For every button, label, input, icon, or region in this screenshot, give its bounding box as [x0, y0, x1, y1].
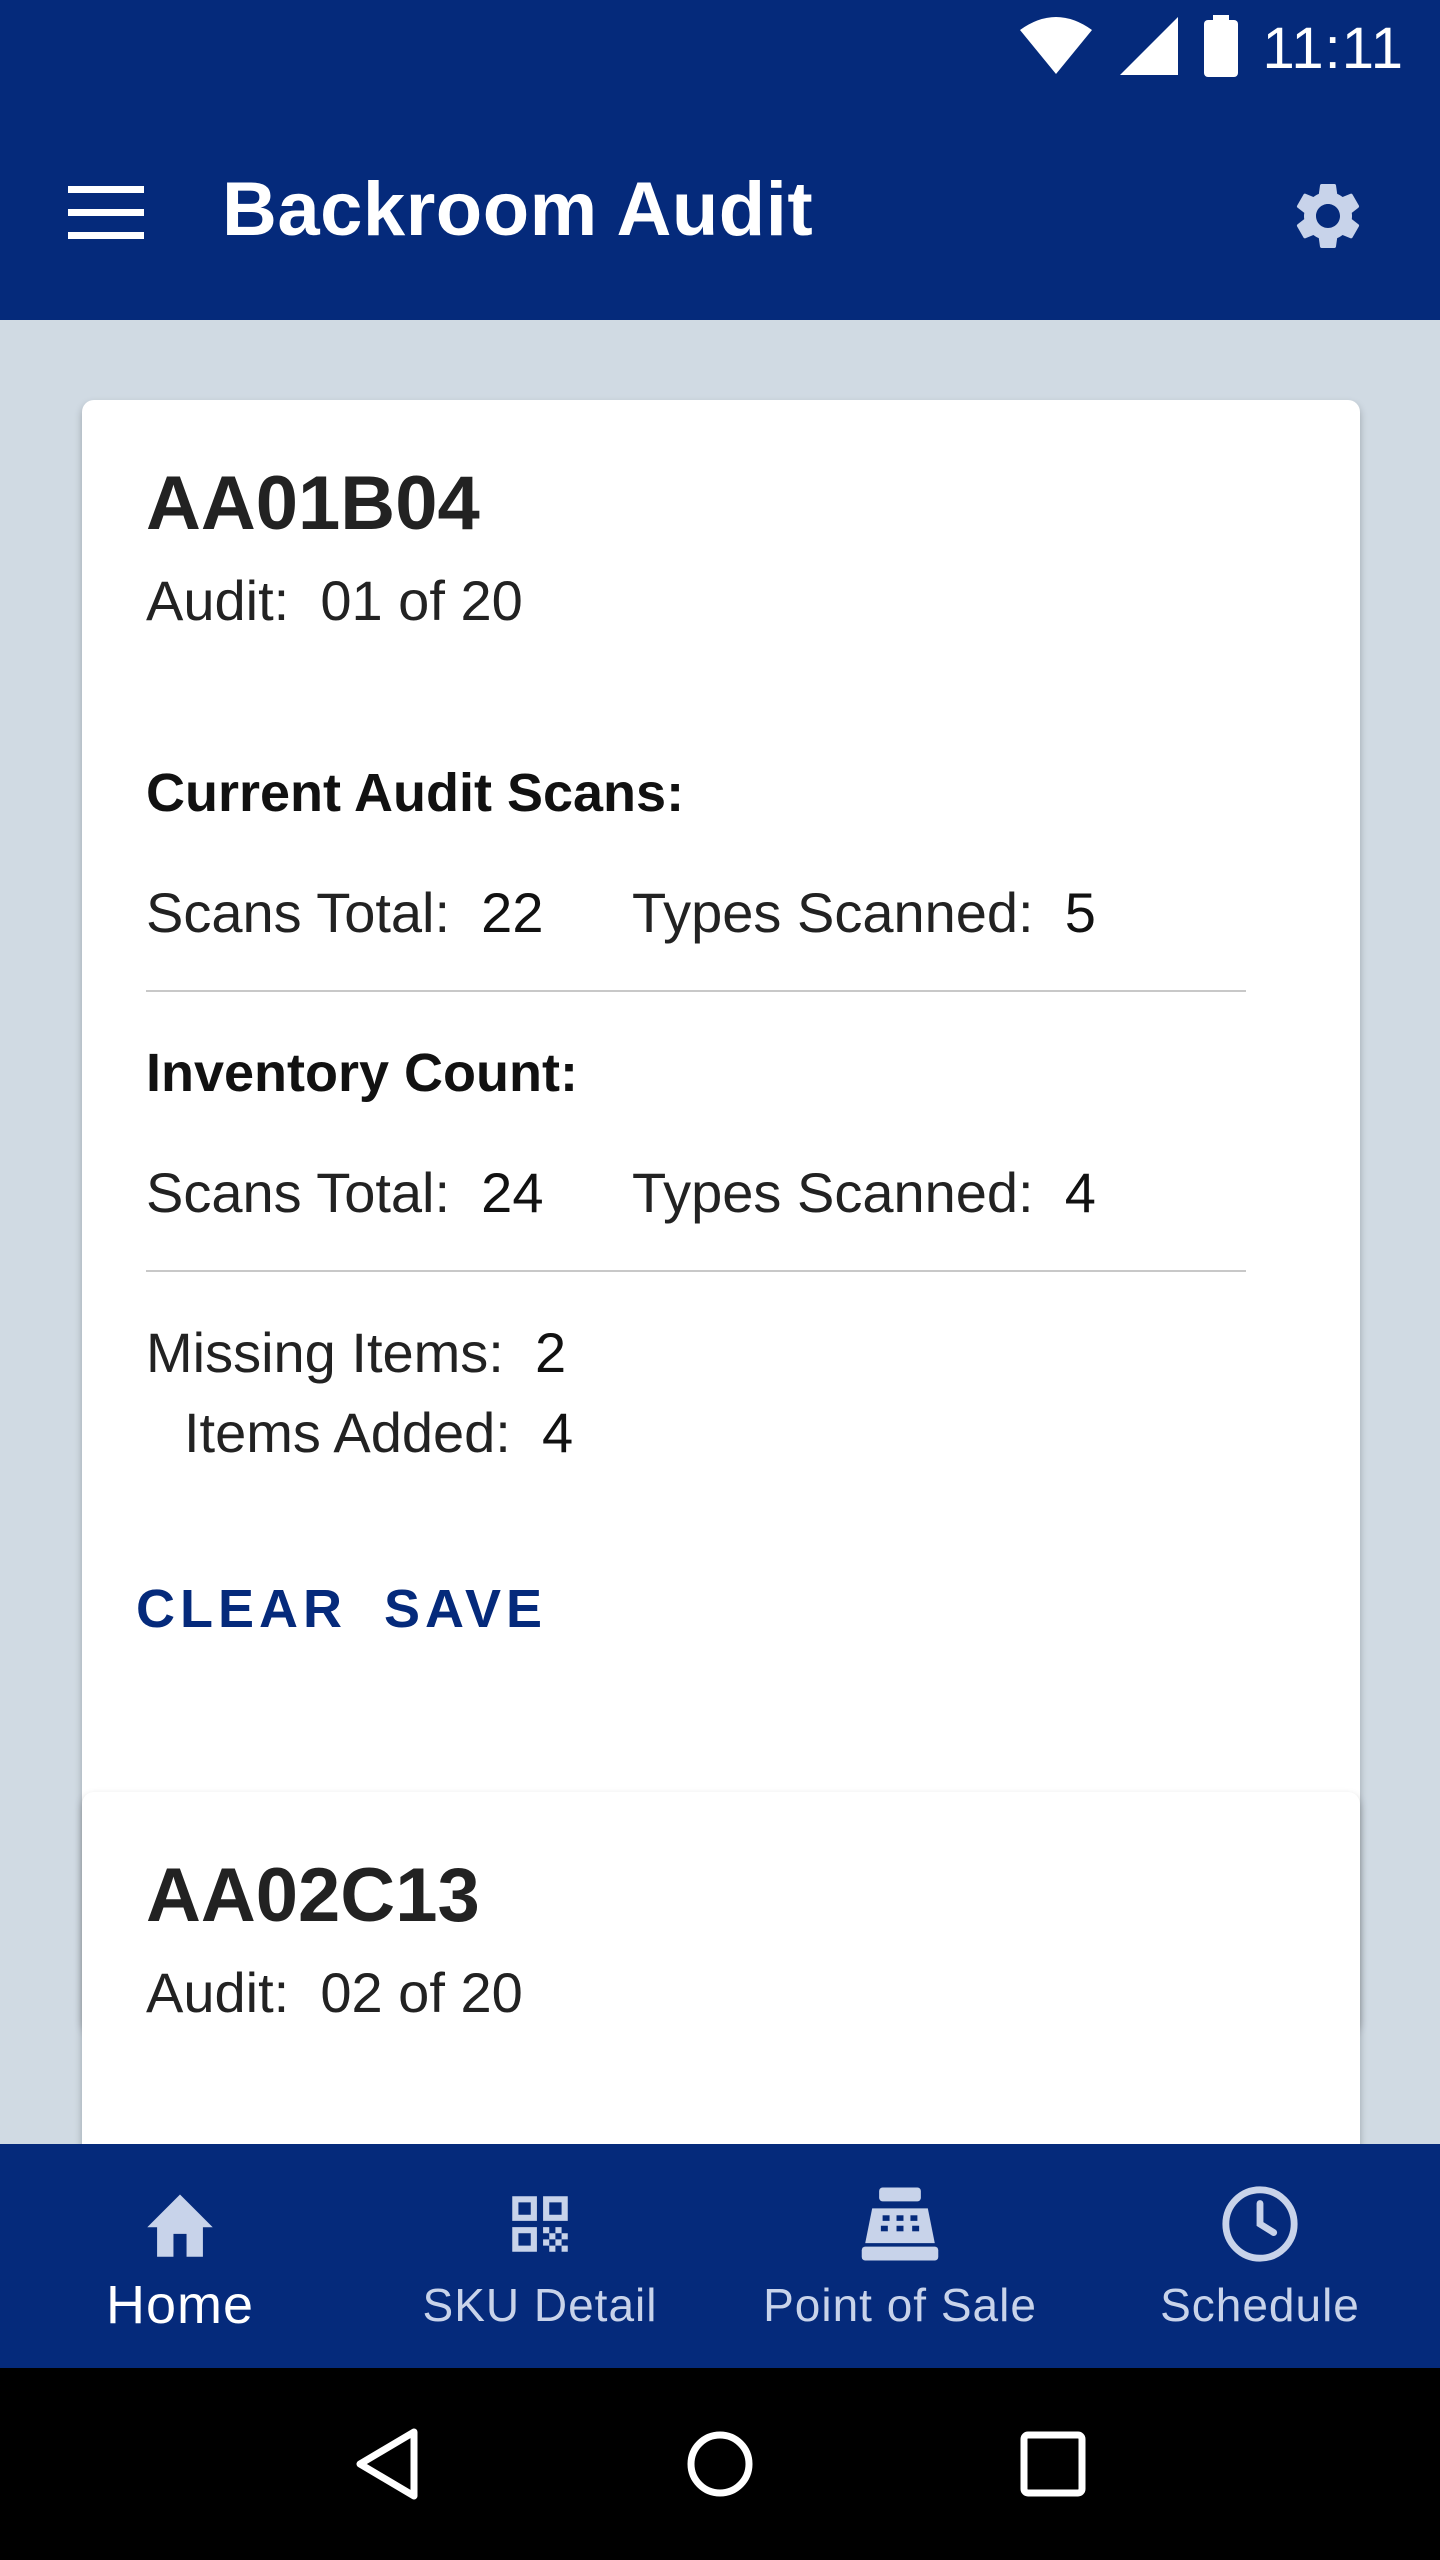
- location-id: AA02C13: [146, 1853, 480, 1938]
- items-added-label: Items Added:: [184, 1401, 511, 1464]
- current-types-row: Types Scanned: 5: [632, 880, 1096, 945]
- clear-button[interactable]: CLEAR: [136, 1578, 347, 1640]
- recents-icon[interactable]: [998, 2409, 1108, 2519]
- current-scans-row: Scans Total: 22: [146, 880, 543, 945]
- app-bar: Backroom Audit: [0, 96, 1440, 320]
- missing-items-label: Missing Items:: [146, 1321, 504, 1384]
- signal-icon: [1118, 15, 1180, 82]
- divider: [146, 990, 1246, 992]
- inventory-count-title: Inventory Count:: [146, 1043, 578, 1103]
- scans-total-label: Scans Total:: [146, 881, 451, 944]
- missing-items-row: Missing Items: 2: [146, 1320, 566, 1385]
- audit-card: AA01B04 Audit: 01 of 20 Current Audit Sc…: [82, 400, 1360, 2030]
- clock-icon: [1218, 2182, 1302, 2266]
- battery-icon: [1204, 14, 1239, 82]
- home-icon: [138, 2182, 222, 2266]
- audit-label: Audit:: [146, 1961, 290, 2024]
- types-scanned-value: 5: [1064, 881, 1096, 944]
- current-audit-scans-title: Current Audit Scans:: [146, 763, 685, 823]
- page-title: Backroom Audit: [222, 167, 814, 252]
- inventory-types-row: Types Scanned: 4: [632, 1160, 1096, 1225]
- audit-value: 01 of 20: [320, 569, 523, 632]
- nav-sku-detail[interactable]: SKU Detail: [360, 2144, 720, 2368]
- nav-label: SKU Detail: [422, 2279, 658, 2331]
- card-list[interactable]: AA01B04 Audit: 01 of 20 Current Audit Sc…: [0, 320, 1440, 2144]
- items-added-row: Items Added: 4: [184, 1400, 573, 1465]
- nav-label: Point of Sale: [763, 2279, 1037, 2331]
- gear-icon[interactable]: [1278, 166, 1378, 266]
- system-navigation-bar: [0, 2368, 1440, 2560]
- bottom-navigation: Home SKU Detail Point of Sale Schedule: [0, 2144, 1440, 2368]
- qr-code-icon: [498, 2182, 582, 2266]
- items-added-value: 4: [542, 1401, 574, 1464]
- wifi-icon: [1018, 16, 1094, 81]
- home-circle-icon[interactable]: [665, 2409, 775, 2519]
- types-scanned-label: Types Scanned:: [632, 1161, 1034, 1224]
- divider: [146, 1270, 1246, 1272]
- audit-card: AA02C13 Audit: 02 of 20: [82, 1792, 1360, 2144]
- nav-label: Schedule: [1160, 2279, 1360, 2331]
- nav-home[interactable]: Home: [0, 2144, 360, 2368]
- cash-register-icon: [858, 2182, 942, 2266]
- scans-total-value: 24: [481, 1161, 544, 1224]
- audit-progress: Audit: 01 of 20: [146, 568, 523, 633]
- types-scanned-label: Types Scanned:: [632, 881, 1034, 944]
- nav-point-of-sale[interactable]: Point of Sale: [720, 2144, 1080, 2368]
- audit-label: Audit:: [146, 569, 290, 632]
- audit-progress: Audit: 02 of 20: [146, 1960, 523, 2025]
- nav-schedule[interactable]: Schedule: [1080, 2144, 1440, 2368]
- status-time: 11:11: [1262, 15, 1404, 81]
- nav-label: Home: [105, 2275, 255, 2335]
- save-button[interactable]: SAVE: [384, 1578, 547, 1640]
- scans-total-value: 22: [481, 881, 544, 944]
- types-scanned-value: 4: [1064, 1161, 1096, 1224]
- back-icon[interactable]: [332, 2409, 442, 2519]
- location-id: AA01B04: [146, 461, 480, 546]
- status-bar: 11:11: [0, 0, 1440, 96]
- scans-total-label: Scans Total:: [146, 1161, 451, 1224]
- audit-value: 02 of 20: [320, 1961, 523, 2024]
- inventory-scans-row: Scans Total: 24: [146, 1160, 543, 1225]
- hamburger-menu-icon[interactable]: [56, 162, 156, 262]
- status-icons: 11:11: [1018, 14, 1404, 82]
- missing-items-value: 2: [534, 1321, 567, 1384]
